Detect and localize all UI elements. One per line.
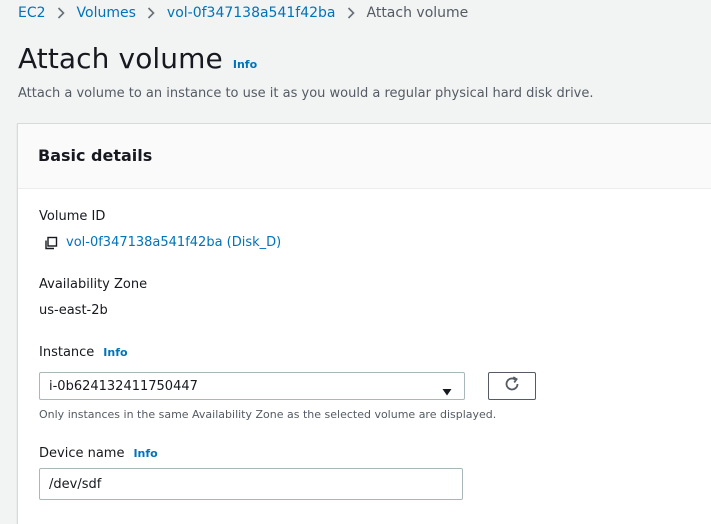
refresh-instances-button[interactable] xyxy=(488,372,536,400)
device-name-input[interactable] xyxy=(39,468,463,500)
refresh-icon xyxy=(503,375,521,397)
instance-label-row: Instance Info xyxy=(39,344,128,362)
title-info-link[interactable]: Info xyxy=(233,58,257,71)
volume-id-link[interactable]: vol-0f347138a541f42ba (Disk_D) xyxy=(66,234,281,252)
breadcrumb: EC2 Volumes vol-0f347138a541f42ba Attach… xyxy=(18,4,468,22)
page-description: Attach a volume to an instance to use it… xyxy=(18,86,594,101)
instance-info-link[interactable]: Info xyxy=(103,344,127,362)
availability-zone-value: us-east-2b xyxy=(39,303,108,318)
chevron-right-icon xyxy=(56,7,67,19)
breadcrumb-current: Attach volume xyxy=(366,5,469,21)
caret-down-icon xyxy=(442,382,452,396)
device-name-label-row: Device name Info xyxy=(39,445,158,463)
chevron-right-icon xyxy=(346,7,357,19)
panel-heading: Basic details xyxy=(38,146,153,165)
page-header: Attach volume Info xyxy=(18,41,257,77)
basic-details-panel: Basic details Volume ID vol-0f347138a541… xyxy=(17,123,711,524)
instance-label: Instance xyxy=(39,345,95,360)
instance-hint: Only instances in the same Availability … xyxy=(39,408,497,421)
panel-header: Basic details xyxy=(18,124,711,189)
volume-id-label: Volume ID xyxy=(39,209,106,224)
breadcrumb-volume-id-link[interactable]: vol-0f347138a541f42ba xyxy=(167,4,336,22)
breadcrumb-volumes-link[interactable]: Volumes xyxy=(77,4,136,22)
breadcrumb-ec2-link[interactable]: EC2 xyxy=(18,4,46,22)
copy-icon[interactable] xyxy=(44,236,58,250)
availability-zone-label: Availability Zone xyxy=(39,277,148,292)
volume-id-value: vol-0f347138a541f42ba (Disk_D) xyxy=(44,234,281,252)
chevron-right-icon xyxy=(146,7,157,19)
device-name-label: Device name xyxy=(39,446,125,461)
device-name-info-link[interactable]: Info xyxy=(133,445,157,463)
page-title: Attach volume xyxy=(18,42,223,75)
instance-select-value: i-0b624132411750447 xyxy=(49,379,198,394)
instance-select[interactable]: i-0b624132411750447 xyxy=(39,372,465,400)
